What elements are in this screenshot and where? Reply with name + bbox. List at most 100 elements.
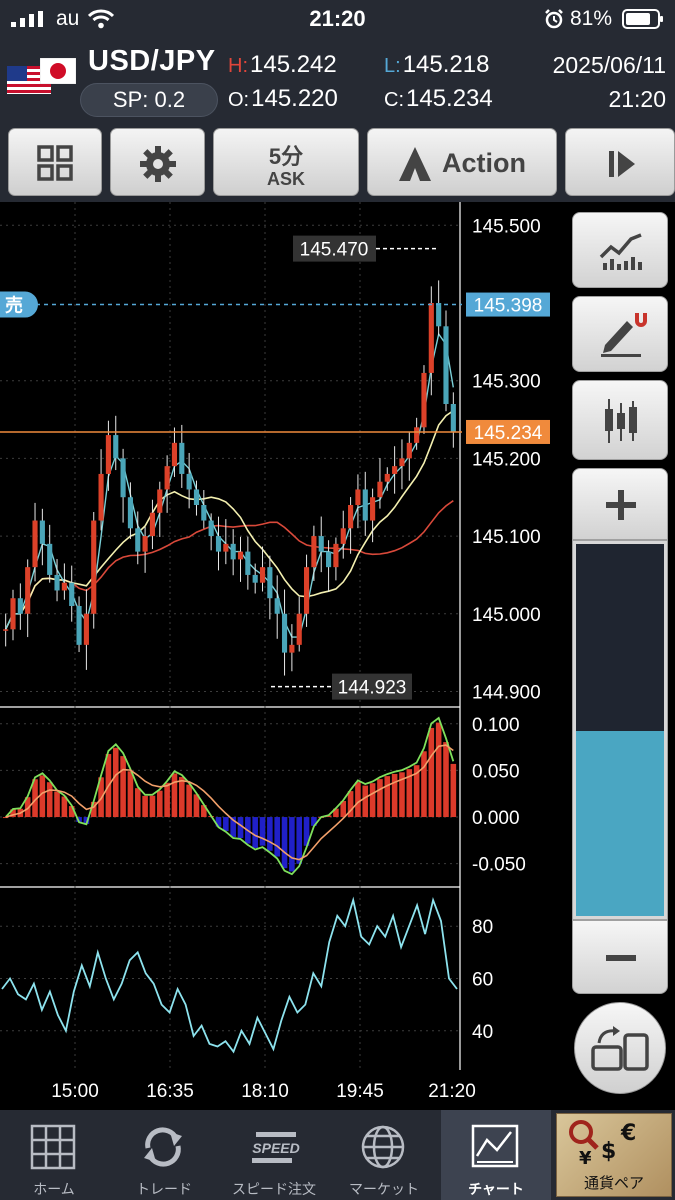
quote-header: USD/JPY SP: 0.2 H:145.242 O:145.220 L:14… [0, 38, 675, 122]
exchange-icon [144, 1127, 182, 1167]
nav-market-label: マーケット [349, 1181, 419, 1197]
gear-icon [140, 146, 176, 182]
settings-button[interactable] [110, 128, 205, 196]
rotate-button[interactable] [574, 1002, 666, 1094]
nav-market[interactable]: マーケット [330, 1110, 438, 1200]
macd-bar [450, 763, 457, 818]
nav-chart-label: チャート [468, 1181, 524, 1197]
nav-speed-order[interactable]: SPEED スピード注文 [220, 1110, 328, 1200]
candle-body [164, 466, 170, 490]
time-tick-label: 18:10 [241, 1081, 289, 1102]
nav-home[interactable]: ホーム [0, 1110, 108, 1200]
close-price: C:145.234 [384, 85, 493, 112]
candle-body [348, 505, 354, 529]
nav-chart[interactable]: チャート [441, 1110, 551, 1200]
alarm-icon [545, 9, 563, 29]
candlestick-icon [605, 399, 637, 443]
chart-icon [471, 1124, 519, 1168]
grid-icon [37, 145, 73, 181]
candle-body [450, 404, 456, 432]
candle-body [377, 481, 383, 498]
macd-bar [289, 817, 295, 872]
candle-body [326, 551, 332, 568]
price-tick-label: 144.900 [472, 682, 541, 703]
battery-percent: 81% [570, 7, 613, 30]
time-tick-label: 15:00 [51, 1081, 99, 1102]
action-button[interactable]: Action [367, 128, 557, 196]
chart-toolbar: 5分 ASK Action [0, 122, 675, 202]
candle-body [289, 644, 295, 653]
indicator-button[interactable] [572, 212, 668, 288]
layout-button[interactable] [8, 128, 102, 196]
price-tick-label: 145.500 [472, 216, 541, 237]
svg-text:¥: ¥ [579, 1148, 592, 1168]
candle-body [340, 528, 346, 544]
zoom-in-button[interactable] [572, 468, 668, 540]
chart-canvas[interactable]: 15:00 16:35 18:10 19:45 21:20 145.500 145.300 1… [0, 202, 560, 1110]
macd-bar [281, 817, 288, 869]
candle-body [362, 489, 368, 521]
low-marker-text: 144.923 [338, 678, 407, 699]
chart-area[interactable]: 15:00 16:35 18:10 19:45 21:20 145.500 145.300 1… [0, 202, 560, 1110]
price-tick-label: 145.100 [472, 527, 541, 548]
candle-body [267, 567, 273, 599]
candle-style-button[interactable] [572, 380, 668, 460]
candle-body [69, 582, 75, 606]
quote-time: 21:20 [608, 86, 666, 112]
macd-bar [428, 727, 435, 818]
candle-body [61, 582, 67, 591]
candle-body [333, 543, 339, 568]
candle-body [193, 489, 200, 505]
macd-tick-label: 0.000 [472, 808, 520, 829]
macd-bar [223, 817, 229, 831]
replay-button[interactable] [565, 128, 675, 196]
home-grid-icon [30, 1124, 76, 1170]
currency-pair-label[interactable]: USD/JPY [88, 45, 216, 78]
nav-trade[interactable]: トレード [110, 1110, 218, 1200]
candle-body [135, 528, 141, 552]
candle-body [223, 543, 229, 552]
zoom-slider-fill [576, 731, 664, 916]
candle-body [252, 574, 258, 583]
macd-bar [443, 742, 449, 818]
drawing-button[interactable] [572, 296, 668, 372]
zoom-out-button[interactable] [572, 920, 668, 994]
candle-body [76, 606, 82, 645]
timeframe-label: 5分 [268, 144, 304, 169]
candle-body [208, 520, 214, 537]
svg-text:$: $ [601, 1139, 616, 1164]
price-type-label: ASK [266, 169, 305, 189]
macd-bar [156, 790, 163, 818]
drawing-icon [601, 313, 647, 357]
time-tick-label: 21:20 [428, 1081, 476, 1102]
macd-bar [369, 783, 376, 818]
speed-icon-text: SPEED [252, 1140, 299, 1156]
candle-body [98, 473, 104, 521]
candle-body [443, 326, 449, 404]
quote-date: 2025/06/11 [552, 52, 666, 78]
candle-body [25, 567, 31, 614]
rsi-line [1, 896, 458, 1054]
candle-body [399, 458, 405, 467]
macd-bar [134, 788, 141, 818]
zoom-slider[interactable] [572, 540, 668, 920]
timeframe-button[interactable]: 5分 ASK [213, 128, 359, 196]
macd-bar [39, 775, 46, 818]
nav-home-label: ホーム [33, 1181, 75, 1197]
candle-body [157, 489, 163, 513]
nav-currency-pair[interactable]: € ¥ $ 通貨ペア [556, 1113, 672, 1197]
battery-icon [622, 9, 663, 29]
status-bar: au 21:20 81% [0, 0, 675, 38]
candle-body [39, 520, 45, 544]
macd-bar [259, 817, 266, 846]
macd-bar [377, 779, 383, 818]
macd-bar [362, 785, 369, 818]
rotate-icon [591, 1026, 649, 1071]
candle-body [237, 551, 244, 560]
action-icon [399, 147, 431, 181]
candle-body [414, 427, 420, 443]
open-price: O:145.220 [228, 85, 338, 112]
macd-bar [296, 817, 303, 864]
candle-body [47, 543, 53, 575]
macd-bar [384, 776, 391, 818]
